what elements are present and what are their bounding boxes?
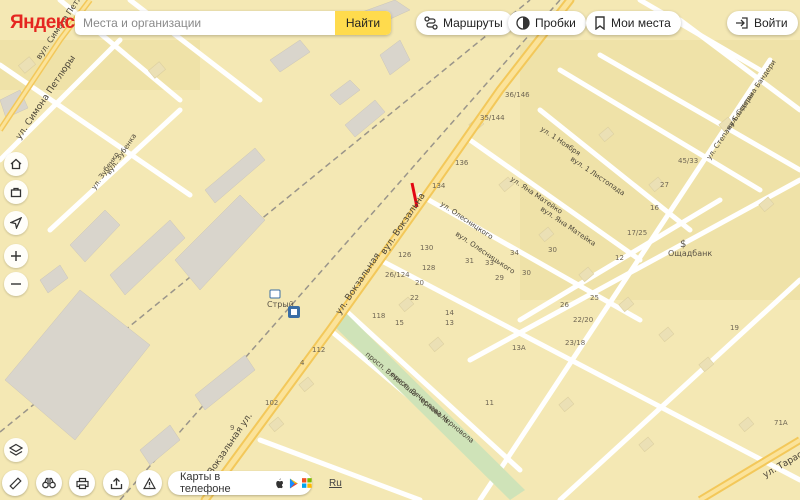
location-arrow-icon [10,217,22,229]
login-label: Войти [754,16,788,30]
traffic-label: Пробки [535,16,576,30]
search-button[interactable]: Найти [335,11,391,35]
mobile-app-label: Карты в телефоне [180,471,231,495]
svg-text:9: 9 [230,424,234,432]
svg-text:134: 134 [432,182,446,190]
svg-text:33: 33 [485,259,494,267]
svg-text:128: 128 [422,264,435,272]
yandex-logo[interactable]: Яндекс [10,11,75,35]
language-switch[interactable]: Ru [329,478,342,489]
svg-text:136: 136 [455,159,469,167]
svg-text:4: 4 [300,359,305,367]
routes-button[interactable]: Маршруты [416,11,513,35]
binoculars-icon [42,477,56,489]
svg-text:20: 20 [415,279,424,287]
svg-text:130: 130 [420,244,433,252]
svg-text:30: 30 [548,246,557,254]
home-button[interactable] [4,152,28,176]
my-location-button[interactable] [4,211,28,235]
train-station-icon [269,289,281,299]
printer-icon [75,477,89,489]
bank-icon: $ [680,239,686,250]
ruler-button[interactable] [2,470,28,496]
route-icon [424,16,438,30]
svg-text:22/20: 22/20 [573,316,593,324]
google-play-icon [289,478,298,488]
map-canvas[interactable]: ул. Симона Петлюры вул. Симона Петлюры у… [0,0,800,500]
svg-text:71А: 71А [774,419,788,427]
svg-text:17/25: 17/25 [627,229,647,237]
svg-text:11: 11 [485,399,494,407]
svg-text:27: 27 [660,181,669,189]
svg-text:22: 22 [410,294,419,302]
zoom-out-button[interactable] [4,272,28,296]
svg-text:19: 19 [730,324,739,332]
login-icon [736,17,748,29]
search-box: Найти [75,11,391,35]
home-icon [10,158,22,170]
svg-text:30: 30 [522,269,531,277]
traffic-button[interactable]: Пробки [508,11,586,35]
svg-text:15: 15 [395,319,404,327]
svg-text:34: 34 [510,249,519,257]
zoom-in-button[interactable] [4,244,28,268]
bookmark-icon [595,16,605,30]
svg-text:45/33: 45/33 [678,157,698,165]
svg-text:14: 14 [445,309,454,317]
svg-text:36/146: 36/146 [505,91,530,99]
svg-text:126: 126 [398,251,412,259]
panorama-button[interactable] [36,470,62,496]
svg-text:13А: 13А [512,344,526,352]
share-icon [110,477,122,489]
svg-text:35/144: 35/144 [480,114,505,122]
share-button[interactable] [103,470,129,496]
svg-text:25: 25 [590,294,599,302]
traffic-icon [516,16,530,30]
print-button[interactable] [69,470,95,496]
ruler-icon [8,476,22,490]
svg-text:26/124: 26/124 [385,271,410,279]
routes-label: Маршруты [443,16,503,30]
layers-icon [9,443,23,456]
svg-text:12: 12 [615,254,624,262]
svg-text:13: 13 [445,319,454,327]
work-button[interactable] [4,180,28,204]
minus-icon [11,283,21,285]
search-input[interactable] [83,11,333,35]
svg-text:16: 16 [650,204,659,212]
svg-text:31: 31 [465,257,474,265]
mobile-app-promo[interactable]: Карты в телефоне [168,471,312,495]
apple-icon [276,478,283,488]
report-error-button[interactable] [136,470,162,496]
svg-text:102: 102 [265,399,278,407]
my-places-button[interactable]: Мои места [586,11,681,35]
briefcase-icon [10,187,22,198]
plus-icon [11,251,21,261]
windows-icon [302,478,312,488]
place-label-oschadbank: Ощадбанк [668,249,712,258]
layers-button[interactable] [4,438,28,462]
my-places-label: Мои места [611,16,671,30]
login-button[interactable]: Войти [727,11,798,35]
svg-text:29: 29 [495,274,504,282]
svg-text:118: 118 [372,312,385,320]
svg-text:23/18: 23/18 [565,339,585,347]
svg-text:26: 26 [560,301,569,309]
svg-text:112: 112 [312,346,325,354]
warning-icon [142,476,156,489]
top-bar: Яндекс Найти Маршруты Пробки Мои места В… [0,11,800,37]
